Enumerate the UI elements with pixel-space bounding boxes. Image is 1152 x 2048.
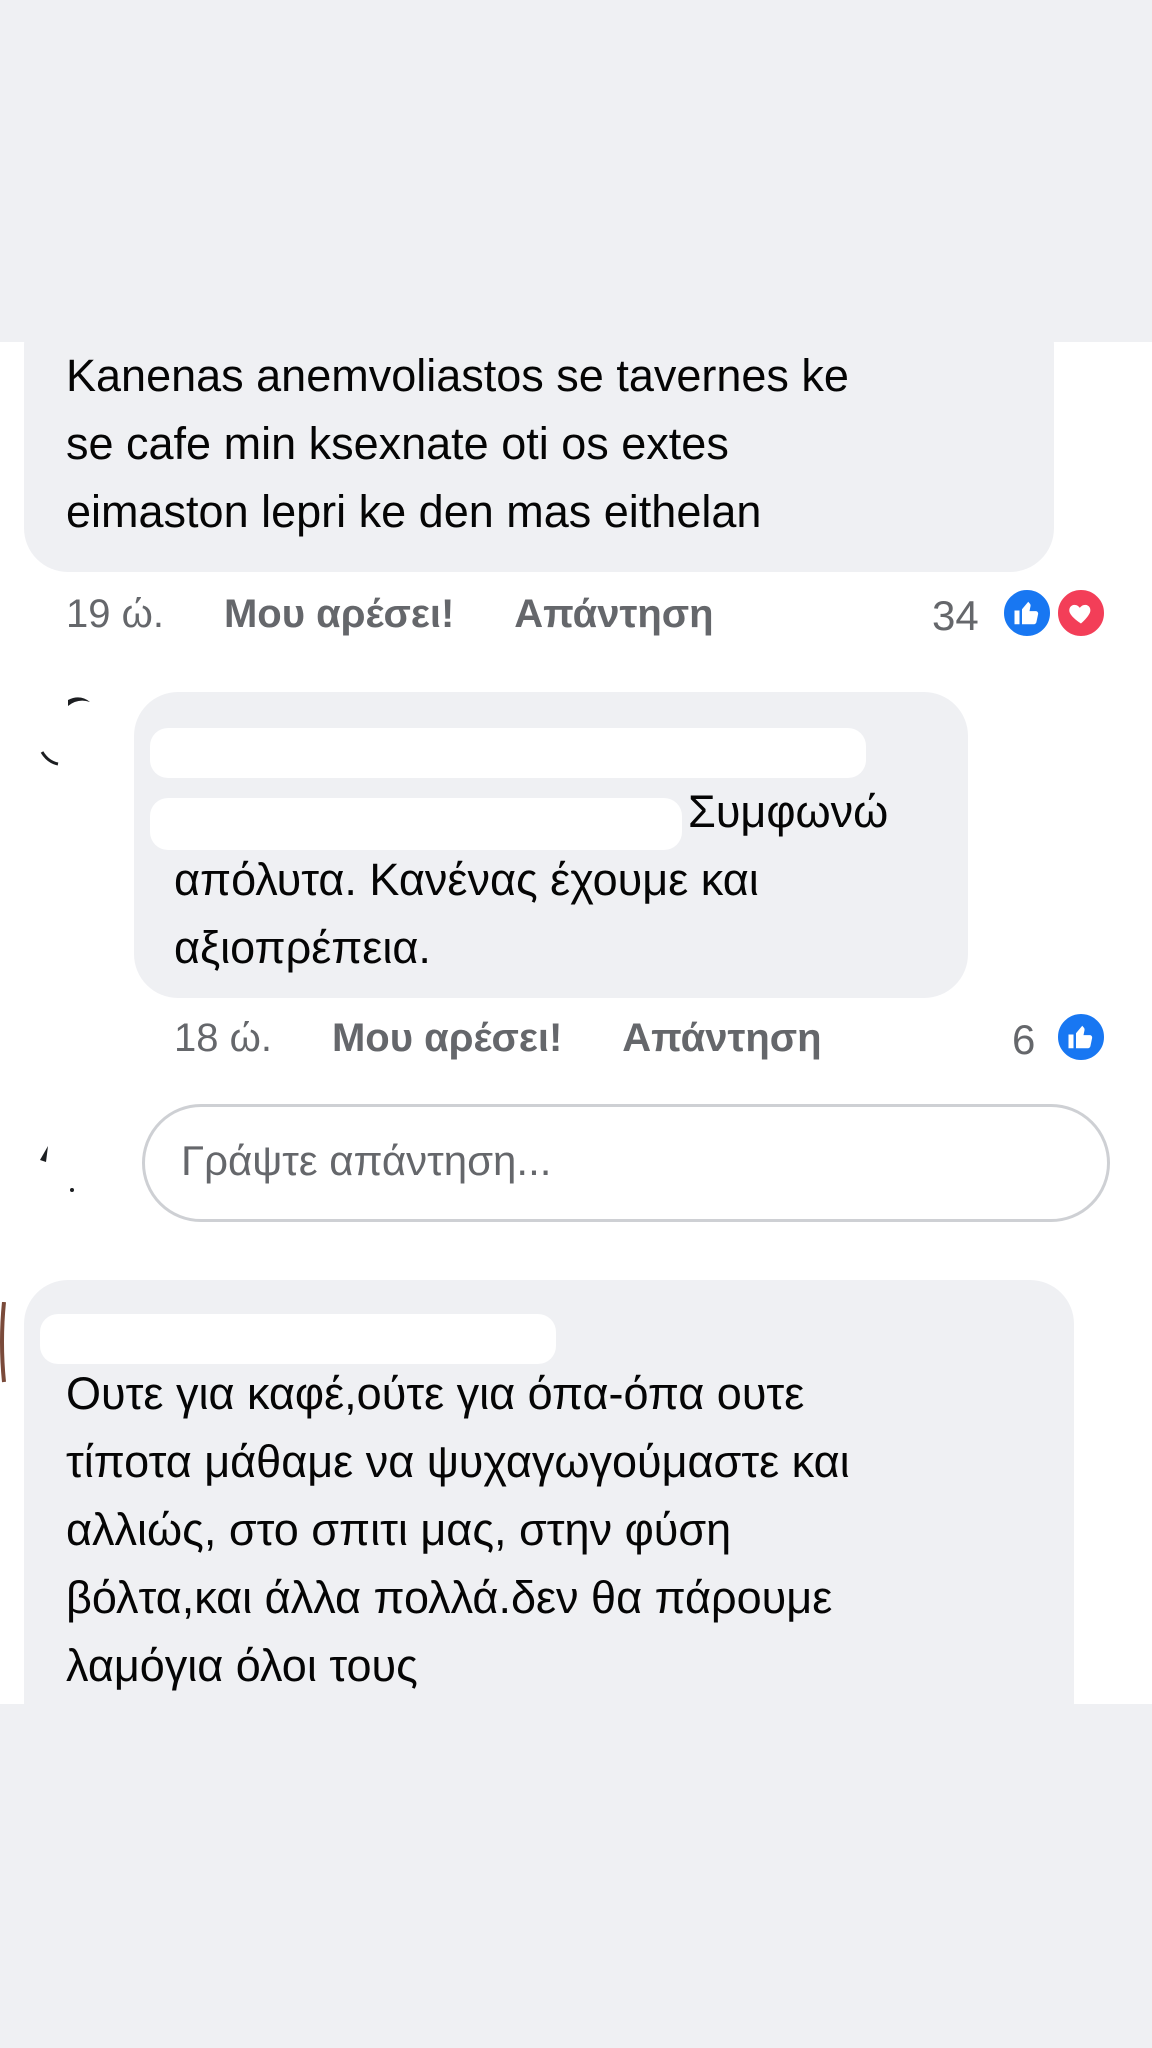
reaction-count[interactable]: 6 xyxy=(1012,1016,1035,1064)
reply-button[interactable]: Απάντηση xyxy=(622,1016,821,1061)
comment-line: αξιοπρέπεια. xyxy=(174,922,431,973)
comment-line: Kanenas anemvoliastos se tavernes ke xyxy=(66,350,849,401)
comment-line: απόλυτα. Κανένας έχουμε και xyxy=(174,854,759,905)
comment-line-text: Συμφωνώ xyxy=(688,786,889,837)
like-icon[interactable] xyxy=(1054,1010,1108,1064)
comment-line: eimaston lepri ke den mas eithelan xyxy=(66,486,762,537)
reply-button[interactable]: Απάντηση xyxy=(514,592,713,637)
reply-placeholder: Γράψτε απάντηση... xyxy=(181,1137,552,1184)
redacted-author-name xyxy=(40,1314,556,1364)
comment-line: Συμφωνώ xyxy=(174,778,888,846)
comment-text: Ουτε για καφέ,ούτε για όπα-όπα ουτε τίπο… xyxy=(66,1360,850,1700)
comment-text: Συμφωνώ απόλυτα. Κανένας έχουμε και αξιο… xyxy=(174,778,888,982)
like-button[interactable]: Μου αρέσει! xyxy=(224,592,454,637)
comment-line: se cafe min ksexnate oti os extes xyxy=(66,418,729,469)
avatar xyxy=(0,1301,10,1422)
reply-input[interactable]: Γράψτε απάντηση... xyxy=(142,1104,1110,1222)
comment-line: αλλιώς, στο σπιτι μας, στην φύση xyxy=(66,1504,732,1555)
heart-icon[interactable] xyxy=(1054,586,1108,640)
comment-time[interactable]: 18 ώ. xyxy=(174,1016,272,1061)
like-icon[interactable] xyxy=(1000,586,1054,640)
reaction-count[interactable]: 34 xyxy=(932,592,979,640)
comment-meta: 18 ώ. Μου αρέσει! Απάντηση xyxy=(174,1008,822,1068)
comment-line: βόλτα,και άλλα πολλά.δεν θα πάρουμε xyxy=(66,1572,833,1623)
avatar[interactable] xyxy=(28,692,118,782)
redacted-author-name xyxy=(150,728,866,778)
comment-meta: 19 ώ. Μου αρέσει! Απάντηση xyxy=(66,584,714,644)
comment-text: Kanenas anemvoliastos se tavernes ke se … xyxy=(66,342,849,546)
comments-panel: Kanenas anemvoliastos se tavernes ke se … xyxy=(0,342,1152,1704)
comment-line: Ουτε για καφέ,ούτε για όπα-όπα ουτε xyxy=(66,1368,805,1419)
comment-line: λαμόγια όλοι τους xyxy=(66,1640,418,1691)
comment-time[interactable]: 19 ώ. xyxy=(66,592,164,637)
avatar xyxy=(36,1132,96,1222)
like-button[interactable]: Μου αρέσει! xyxy=(332,1016,562,1061)
comment-line: τίποτα μάθαμε να ψυχαγωγούμαστε και xyxy=(66,1436,850,1487)
